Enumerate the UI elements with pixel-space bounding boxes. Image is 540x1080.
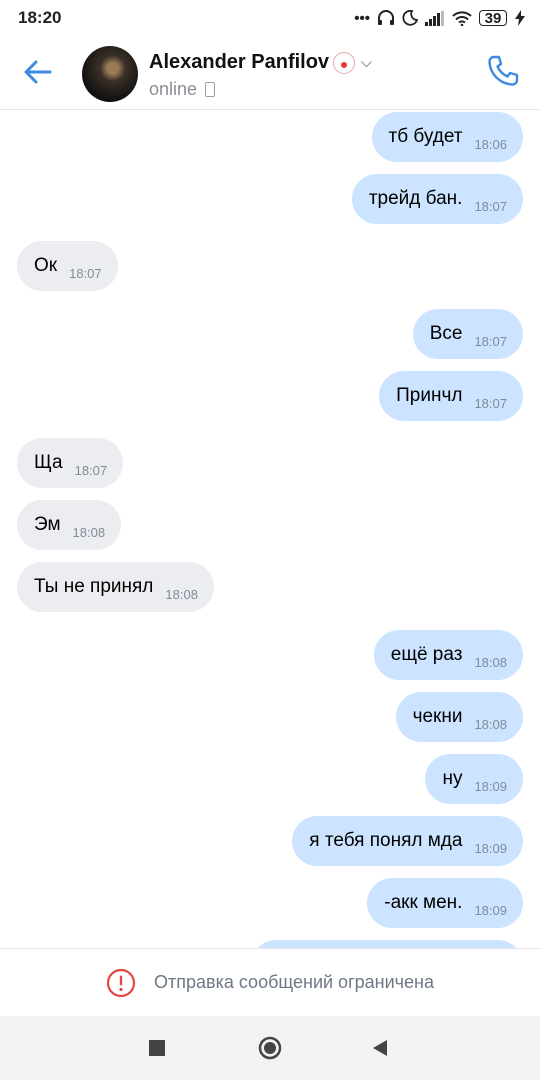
arrow-left-icon [24, 60, 52, 84]
restriction-text: Отправка сообщений ограничена [154, 972, 434, 992]
message-bubble[interactable]: Ты не принял 18:08 [17, 562, 214, 612]
message-text: ну [442, 768, 463, 789]
message-bubble[interactable]: ну 18:09 [425, 754, 523, 804]
send-restricted-banner: Отправка сообщений ограничена [0, 948, 540, 1016]
message-time: 18:07 [69, 265, 102, 281]
more-dots-icon: ••• [354, 9, 370, 27]
back-button[interactable] [20, 56, 56, 88]
message-text: Ща [34, 452, 63, 473]
message-time: 18:08 [474, 654, 507, 670]
message-bubble[interactable]: Ок 18:07 [17, 241, 118, 291]
message-text: Все [429, 323, 463, 344]
message-time: 18:09 [474, 902, 507, 918]
message-bubble[interactable]: я тебя понял мда 18:09 [292, 816, 523, 866]
battery-icon: 39 [479, 10, 507, 26]
message-text: Принчл [396, 385, 463, 406]
chevron-down-icon[interactable]: ⌵ [361, 54, 372, 71]
message-time: 18:09 [474, 840, 507, 856]
message-time: 18:08 [165, 586, 198, 602]
headphones-icon [378, 10, 394, 25]
message-text: трейд бан. [368, 188, 463, 209]
message-bubble[interactable]: Все 18:07 [412, 309, 523, 359]
message-bubble[interactable]: Эм 18:08 [17, 500, 122, 550]
message-time: 18:07 [474, 395, 507, 411]
message-text: -акк мен. [384, 892, 463, 913]
message-time: 18:08 [72, 524, 106, 540]
contact-name-text: Alexander Panfilov [149, 51, 330, 73]
message-text: ещё раз [390, 644, 463, 665]
message-text: тб будет [388, 126, 463, 147]
message-text: Ок [34, 255, 58, 276]
message-time: 18:07 [474, 333, 507, 349]
back-triangle-icon[interactable] [371, 1039, 389, 1057]
message-time: 18:06 [474, 136, 507, 152]
charging-bolt-icon [515, 10, 525, 26]
message-time: 18:07 [74, 462, 108, 478]
chat-header: Alexander Panfilov ⌵ online [0, 36, 540, 110]
phone-icon [488, 55, 519, 86]
clown-emoji-icon [333, 51, 356, 74]
call-button[interactable] [486, 54, 522, 90]
warning-circle-icon [106, 968, 136, 997]
recents-square-icon[interactable] [149, 1040, 165, 1056]
presence-text: online [149, 79, 198, 99]
mobile-device-icon [205, 82, 216, 97]
message-text: Эм [34, 514, 61, 535]
message-text: чекни [412, 706, 463, 727]
message-bubble[interactable]: -акк мен. 18:09 [367, 878, 523, 928]
message-text: я тебя понял мда [309, 830, 463, 851]
message-bubble[interactable]: ещё раз 18:08 [373, 630, 523, 680]
message-text: Ты не принял [34, 576, 154, 597]
status-bar: 18:20 ••• 39 [0, 0, 540, 36]
message-time: 18:07 [474, 198, 507, 214]
presence-status: online [149, 79, 216, 100]
message-list[interactable]: тб будет 18:06 трейд бан. 18:07 Ок 18:07 Вс… [0, 110, 540, 948]
message-bubble-partial[interactable] [251, 940, 523, 948]
signal-icon [425, 10, 444, 26]
status-time: 18:20 [18, 8, 62, 27]
message-bubble[interactable]: Принчл 18:07 [379, 371, 523, 421]
moon-icon [402, 10, 418, 26]
message-time: 18:09 [474, 778, 507, 794]
status-icons: ••• 39 [354, 10, 526, 26]
avatar[interactable] [82, 46, 138, 102]
message-bubble[interactable]: чекни 18:08 [395, 692, 523, 742]
system-navigation-bar [0, 1016, 540, 1080]
home-circle-icon[interactable] [258, 1036, 282, 1060]
wifi-icon [452, 10, 472, 26]
message-time: 18:08 [474, 716, 507, 732]
message-bubble[interactable]: трейд бан. 18:07 [351, 174, 523, 224]
message-bubble[interactable]: тб будет 18:06 [371, 112, 523, 162]
message-bubble[interactable]: Ща 18:07 [17, 438, 124, 488]
contact-name[interactable]: Alexander Panfilov ⌵ [149, 51, 372, 74]
